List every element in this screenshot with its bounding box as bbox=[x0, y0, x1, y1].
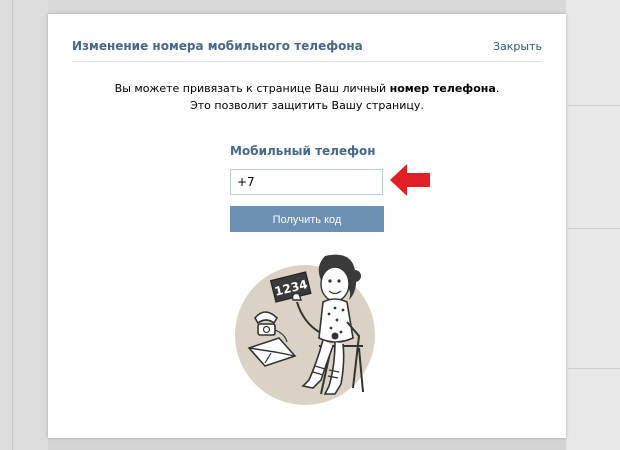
get-code-button[interactable]: Получить код bbox=[230, 206, 384, 232]
dialog-title: Изменение номера мобильного телефона bbox=[72, 39, 363, 53]
change-phone-dialog: Изменение номера мобильного телефона Зак… bbox=[48, 14, 566, 438]
background-divider bbox=[568, 368, 620, 369]
woman-with-phone-number-illustration: 1234 bbox=[235, 254, 375, 405]
dialog-description: Вы можете привязать к странице Ваш личны… bbox=[48, 80, 566, 114]
background-divider bbox=[568, 228, 620, 229]
red-arrow-icon bbox=[390, 164, 430, 196]
description-period: . bbox=[495, 82, 500, 95]
close-link[interactable]: Закрыть bbox=[493, 40, 542, 53]
background-divider bbox=[568, 105, 620, 106]
phone-field-label: Мобильный телефон bbox=[230, 144, 376, 158]
description-line-2: Это позволит защитить Вашу страницу. bbox=[190, 99, 424, 112]
phone-input[interactable] bbox=[230, 169, 383, 195]
description-text: Вы можете привязать к странице Ваш личны… bbox=[114, 82, 390, 95]
background-bottom bbox=[48, 438, 566, 450]
dialog-header: Изменение номера мобильного телефона Зак… bbox=[72, 39, 542, 62]
background-left-panel bbox=[0, 0, 48, 450]
background-right-panel bbox=[566, 0, 620, 450]
description-line-1: Вы можете привязать к странице Ваш личны… bbox=[48, 80, 566, 97]
description-bold-text: номер телефона bbox=[389, 82, 496, 95]
background-divider bbox=[12, 0, 13, 450]
